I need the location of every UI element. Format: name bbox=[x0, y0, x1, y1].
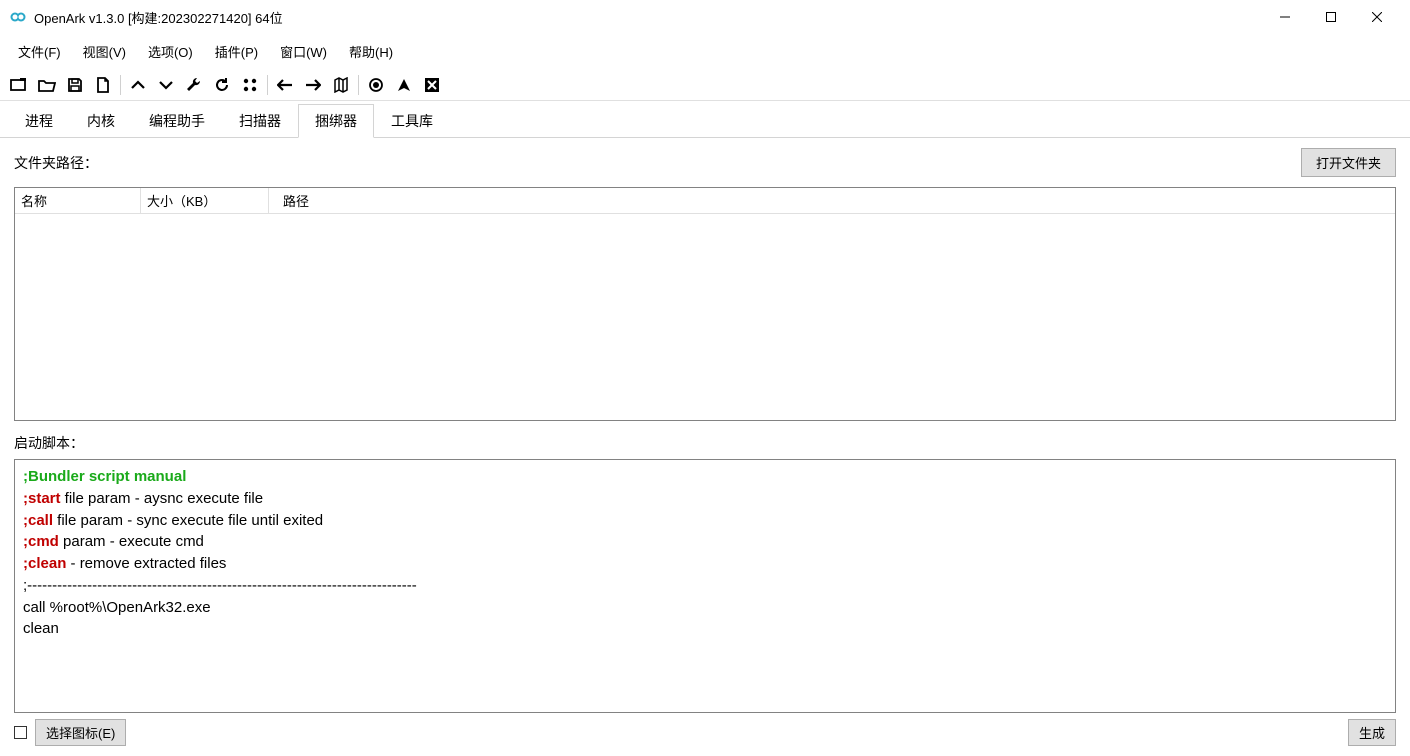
toolbar-separator bbox=[358, 75, 359, 95]
main-tabs: 进程 内核 编程助手 扫描器 捆绑器 工具库 bbox=[0, 103, 1410, 138]
tab-bundler[interactable]: 捆绑器 bbox=[298, 104, 374, 138]
window-controls bbox=[1262, 2, 1400, 32]
toolbar-wrench-icon[interactable] bbox=[181, 72, 207, 98]
toolbar-refresh-icon[interactable] bbox=[209, 72, 235, 98]
toolbar-back-icon[interactable] bbox=[272, 72, 298, 98]
menu-options[interactable]: 选项(O) bbox=[138, 38, 203, 65]
column-size[interactable]: 大小（KB） bbox=[141, 188, 269, 213]
toolbar-forward-icon[interactable] bbox=[300, 72, 326, 98]
open-folder-button[interactable]: 打开文件夹 bbox=[1301, 148, 1396, 177]
titlebar: OpenArk v1.3.0 [构建:202302271420] 64位 bbox=[0, 0, 1410, 34]
window-title: OpenArk v1.3.0 [构建:202302271420] 64位 bbox=[34, 8, 1262, 27]
script-line: ;Bundler script manual bbox=[23, 468, 186, 485]
minimize-button[interactable] bbox=[1262, 2, 1308, 32]
script-line: ;---------------------------------------… bbox=[23, 575, 1387, 597]
select-icon-button[interactable]: 选择图标(E) bbox=[35, 719, 126, 746]
script-text: file param - sync execute file until exi… bbox=[53, 512, 323, 529]
bottom-row: 选择图标(E) 生成 bbox=[14, 719, 1396, 746]
bundler-panel: 文件夹路径： 打开文件夹 名称 大小（KB） 路径 启动脚本： ;Bundler… bbox=[0, 138, 1410, 756]
toolbar-map-icon[interactable] bbox=[328, 72, 354, 98]
toolbar-close-icon[interactable] bbox=[419, 72, 445, 98]
folder-path-label: 文件夹路径： bbox=[14, 153, 98, 173]
file-list-header: 名称 大小（KB） 路径 bbox=[15, 188, 1395, 214]
generate-button[interactable]: 生成 bbox=[1348, 719, 1396, 746]
toolbar-new-icon[interactable] bbox=[90, 72, 116, 98]
menu-window[interactable]: 窗口(W) bbox=[270, 38, 337, 65]
menubar: 文件(F) 视图(V) 选项(O) 插件(P) 窗口(W) 帮助(H) bbox=[0, 34, 1410, 69]
toolbar-send-icon[interactable] bbox=[391, 72, 417, 98]
menu-view[interactable]: 视图(V) bbox=[73, 38, 136, 65]
close-button[interactable] bbox=[1354, 2, 1400, 32]
toolbar-grid-icon[interactable] bbox=[237, 72, 263, 98]
toolbar-save-icon[interactable] bbox=[62, 72, 88, 98]
column-name[interactable]: 名称 bbox=[15, 188, 141, 213]
script-keyword: ;start bbox=[23, 490, 61, 507]
script-text: file param - aysnc execute file bbox=[61, 490, 264, 507]
script-keyword: ;cmd bbox=[23, 533, 59, 550]
toolbar bbox=[0, 69, 1410, 101]
toolbar-down-icon[interactable] bbox=[153, 72, 179, 98]
menu-file[interactable]: 文件(F) bbox=[8, 38, 71, 65]
script-line: clean bbox=[23, 618, 1387, 640]
toolbar-up-icon[interactable] bbox=[125, 72, 151, 98]
tab-process[interactable]: 进程 bbox=[8, 104, 70, 138]
script-editor[interactable]: ;Bundler script manual ;start file param… bbox=[14, 459, 1396, 713]
menu-help[interactable]: 帮助(H) bbox=[339, 38, 403, 65]
app-icon bbox=[10, 9, 26, 25]
script-keyword: ;clean bbox=[23, 555, 66, 572]
tab-scanner[interactable]: 扫描器 bbox=[222, 104, 298, 138]
maximize-button[interactable] bbox=[1308, 2, 1354, 32]
folder-path-row: 文件夹路径： 打开文件夹 bbox=[14, 148, 1396, 177]
toolbar-open-icon[interactable] bbox=[6, 72, 32, 98]
toolbar-separator bbox=[120, 75, 121, 95]
script-label: 启动脚本： bbox=[14, 433, 1396, 453]
tab-helper[interactable]: 编程助手 bbox=[132, 104, 222, 138]
menu-plugin[interactable]: 插件(P) bbox=[205, 38, 268, 65]
toolbar-folder-icon[interactable] bbox=[34, 72, 60, 98]
script-line: call %root%\OpenArk32.exe bbox=[23, 597, 1387, 619]
tab-toolkits[interactable]: 工具库 bbox=[374, 104, 450, 138]
script-keyword: ;call bbox=[23, 512, 53, 529]
toolbar-separator bbox=[267, 75, 268, 95]
script-text: - remove extracted files bbox=[66, 555, 226, 572]
toolbar-target-icon[interactable] bbox=[363, 72, 389, 98]
icon-checkbox[interactable] bbox=[14, 726, 27, 739]
tab-kernel[interactable]: 内核 bbox=[70, 104, 132, 138]
file-list[interactable]: 名称 大小（KB） 路径 bbox=[14, 187, 1396, 421]
script-text: param - execute cmd bbox=[59, 533, 204, 550]
column-path[interactable]: 路径 bbox=[269, 188, 1395, 213]
